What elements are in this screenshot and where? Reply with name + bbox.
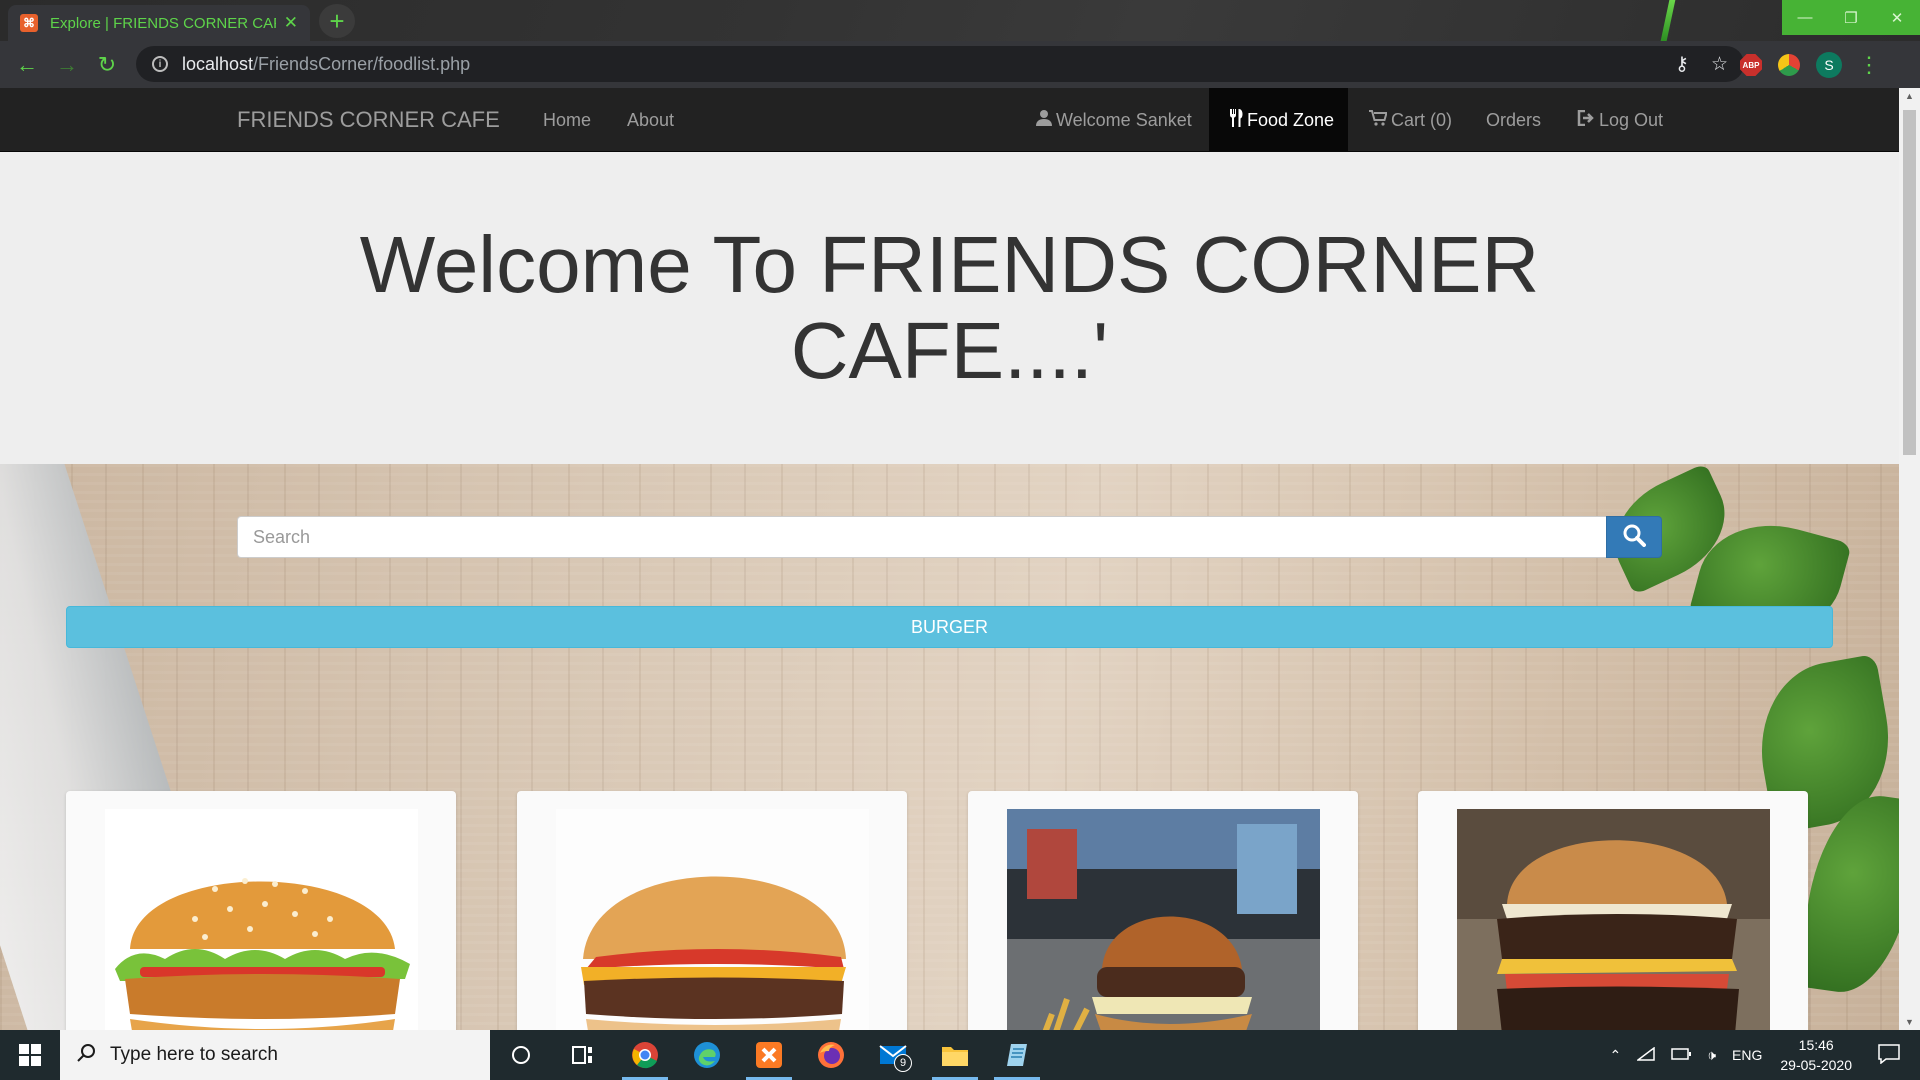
nav-food-zone[interactable]: Food Zone (1209, 88, 1348, 152)
user-icon (1036, 109, 1052, 131)
close-tab-icon[interactable]: ✕ (284, 13, 298, 33)
extensions: ABP S ⋮ (1740, 50, 1880, 80)
double-burger-image[interactable] (1457, 809, 1770, 1030)
task-view-icon[interactable] (552, 1030, 614, 1080)
notifications-icon[interactable] (1878, 1043, 1900, 1067)
search-icon (1622, 523, 1646, 552)
browser-tab[interactable]: ⌘ Explore | FRIENDS CORNER CAFE ✕ (8, 5, 310, 41)
taskbar-clock[interactable]: 15:46 29-05-2020 (1780, 1035, 1852, 1075)
profile-avatar[interactable]: S (1816, 52, 1842, 78)
theme-decoration (1660, 0, 1676, 41)
clock-date: 29-05-2020 (1780, 1057, 1852, 1073)
taskbar-search[interactable]: Type here to search (60, 1030, 490, 1080)
nav-welcome[interactable]: Welcome Sanket (1018, 88, 1210, 152)
search-icon (76, 1043, 96, 1068)
back-icon[interactable]: ← (7, 45, 47, 85)
nav-cart[interactable]: Cart (0) (1351, 88, 1470, 152)
search-button[interactable] (1606, 516, 1662, 558)
cart-icon (1369, 109, 1388, 131)
file-explorer-icon[interactable] (924, 1030, 986, 1080)
extension-globe-icon[interactable] (1778, 54, 1800, 76)
minimize-button[interactable]: — (1782, 0, 1828, 35)
reload-icon[interactable]: ↻ (87, 45, 127, 85)
nav-home[interactable]: Home (525, 88, 609, 152)
volume-icon[interactable]: 🕩 (1707, 1047, 1716, 1064)
nav-logout[interactable]: Log Out (1559, 88, 1681, 152)
page-scrollbar[interactable]: ▲ ▼ (1899, 88, 1920, 1030)
food-card[interactable] (968, 791, 1358, 1030)
mail-icon[interactable]: 9 (862, 1030, 924, 1080)
food-card[interactable] (517, 791, 907, 1030)
xampp-icon: ⌘ (20, 14, 38, 32)
browser-menu-icon[interactable]: ⋮ (1858, 52, 1880, 78)
site-info-icon[interactable]: i (152, 56, 168, 72)
clock-time: 15:46 (1798, 1037, 1834, 1053)
forward-icon[interactable]: → (47, 45, 87, 85)
cortana-icon[interactable] (490, 1030, 552, 1080)
food-zone-label: Food Zone (1247, 109, 1335, 130)
browser-titlebar: ⌘ Explore | FRIENDS CORNER CAFE ✕ + — ❐ … (0, 0, 1920, 41)
close-window-button[interactable]: ✕ (1874, 0, 1920, 35)
nav-about[interactable]: About (609, 88, 692, 152)
food-card[interactable] (1418, 791, 1808, 1030)
jumbotron: Welcome To FRIENDS CORNER CAFE....' (0, 152, 1899, 464)
system-tray: ⌃ 🕩 ENG 15:46 29-05-2020 (1601, 1030, 1920, 1080)
browser-toolbar: ← → ↻ i localhost/FriendsCorner/foodlist… (0, 41, 1920, 88)
scroll-down-icon[interactable]: ▼ (1899, 1014, 1920, 1030)
search-input[interactable] (237, 516, 1606, 558)
food-card[interactable] (66, 791, 456, 1030)
windows-taskbar: Type here to search 9 ⌃ 🕩 ENG 15:46 29-0… (0, 1030, 1920, 1080)
taskbar-search-placeholder: Type here to search (110, 1044, 278, 1065)
windows-start-icon[interactable] (0, 1030, 60, 1080)
burger-with-fries-image[interactable] (1007, 809, 1320, 1030)
address-bar[interactable]: i localhost/FriendsCorner/foodlist.php ⚷… (136, 46, 1744, 82)
scrollbar-thumb[interactable] (1903, 110, 1916, 455)
welcome-heading: Welcome To FRIENDS CORNER CAFE....' (359, 220, 1540, 395)
firefox-icon[interactable] (800, 1030, 862, 1080)
site-navbar: FRIENDS CORNER CAFE Home About Welcome S… (0, 88, 1899, 152)
food-section: BURGER (0, 464, 1899, 1030)
category-header: BURGER (66, 606, 1833, 648)
page-viewport: FRIENDS CORNER CAFE Home About Welcome S… (0, 88, 1920, 1030)
adblock-icon[interactable]: ABP (1740, 54, 1762, 76)
xampp-icon[interactable] (738, 1030, 800, 1080)
restore-button[interactable]: ❐ (1828, 0, 1874, 35)
bookmark-star-icon[interactable]: ☆ (1711, 53, 1728, 76)
brand-link[interactable]: FRIENDS CORNER CAFE (237, 107, 500, 133)
show-hidden-icons-icon[interactable]: ⌃ (1609, 1047, 1621, 1064)
cart-label: Cart (0) (1391, 109, 1453, 130)
nav-orders[interactable]: Orders (1468, 88, 1559, 152)
welcome-label: Welcome Sanket (1056, 109, 1192, 130)
language-indicator[interactable]: ENG (1732, 1047, 1762, 1063)
chrome-icon[interactable] (614, 1030, 676, 1080)
logout-icon (1577, 109, 1595, 131)
mail-badge: 9 (894, 1054, 912, 1072)
key-icon[interactable]: ⚷ (1675, 53, 1689, 76)
cutlery-icon (1229, 108, 1243, 132)
notepad-icon[interactable] (986, 1030, 1048, 1080)
window-controls: — ❐ ✕ (1782, 0, 1920, 35)
wifi-icon[interactable] (1635, 1046, 1655, 1064)
search-bar (237, 516, 1662, 558)
logout-label: Log Out (1599, 109, 1664, 130)
veg-burger-image[interactable] (105, 809, 418, 1030)
tab-title: Explore | FRIENDS CORNER CAFE (50, 14, 276, 32)
url-text[interactable]: localhost/FriendsCorner/foodlist.php (182, 54, 1675, 75)
battery-icon[interactable] (1671, 1047, 1692, 1063)
new-tab-button[interactable]: + (319, 4, 355, 38)
scroll-up-icon[interactable]: ▲ (1899, 88, 1920, 104)
edge-icon[interactable] (676, 1030, 738, 1080)
cheeseburger-image[interactable] (556, 809, 869, 1030)
